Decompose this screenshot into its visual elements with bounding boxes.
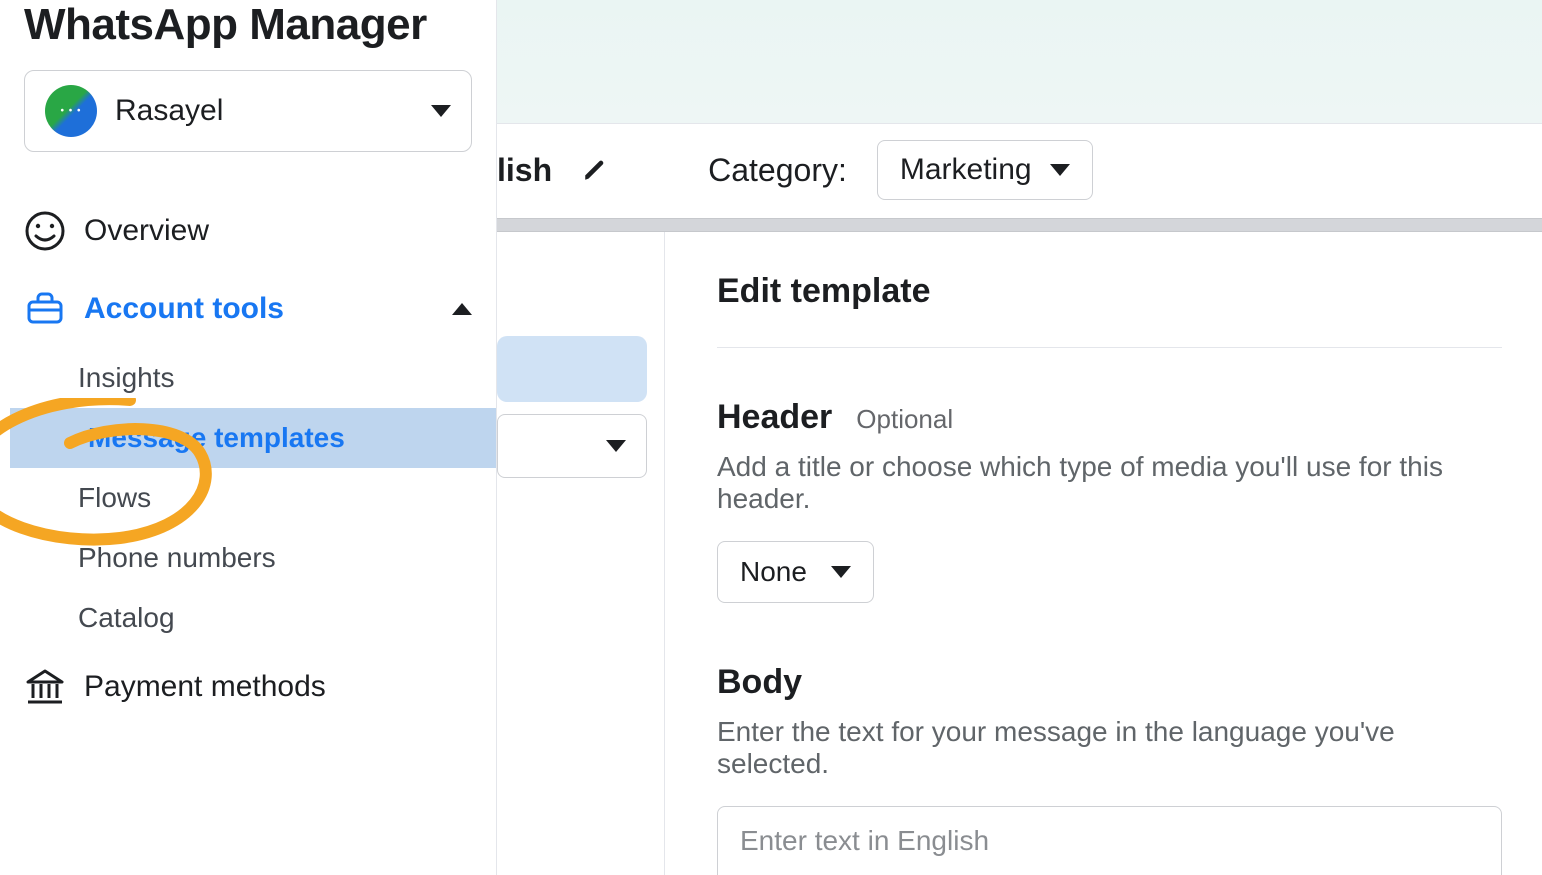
chevron-down-icon xyxy=(431,105,451,117)
pencil-icon[interactable] xyxy=(582,157,608,183)
nav-account-tools[interactable]: Account tools xyxy=(0,270,496,348)
nav-account-tools-label: Account tools xyxy=(84,292,284,326)
language-add-dropdown[interactable] xyxy=(497,414,647,478)
nav-overview-label: Overview xyxy=(84,214,209,248)
nav-overview[interactable]: Overview xyxy=(0,192,496,270)
nav-catalog-label: Catalog xyxy=(78,602,175,634)
nav-payment-methods-label: Payment methods xyxy=(84,670,326,704)
chevron-up-icon xyxy=(452,303,472,315)
account-tools-subnav: Insights Message templates Flows Phone n… xyxy=(0,348,496,648)
nav-flows[interactable]: Flows xyxy=(0,468,496,528)
nav-insights-label: Insights xyxy=(78,362,175,394)
header-type-value: None xyxy=(740,556,807,588)
body-textarea[interactable] xyxy=(717,806,1502,875)
nav-payment-methods[interactable]: Payment methods xyxy=(0,648,496,726)
template-side-panel xyxy=(497,232,665,875)
account-name: Rasayel xyxy=(115,94,413,128)
nav-catalog[interactable]: Catalog xyxy=(0,588,496,648)
account-selector[interactable]: Rasayel xyxy=(24,70,472,152)
nav-phone-numbers-label: Phone numbers xyxy=(78,542,276,574)
category-select[interactable]: Marketing xyxy=(877,140,1093,200)
chevron-down-icon xyxy=(1050,164,1070,176)
nav-flows-label: Flows xyxy=(78,482,151,514)
editor-title: Edit template xyxy=(717,272,1502,348)
nav-message-templates-label: Message templates xyxy=(88,422,345,454)
nav-message-templates[interactable]: Message templates xyxy=(10,408,496,468)
chevron-down-icon xyxy=(831,566,851,578)
sidebar: WhatsApp Manager Rasayel Overview Accoun… xyxy=(0,0,497,875)
account-avatar-icon xyxy=(45,85,97,137)
app-title: WhatsApp Manager xyxy=(0,0,496,70)
language-label-fragment: lish xyxy=(497,152,552,189)
nav-phone-numbers[interactable]: Phone numbers xyxy=(0,528,496,588)
body-label: Body xyxy=(717,663,802,702)
header-type-select[interactable]: None xyxy=(717,541,874,603)
body-description: Enter the text for your message in the l… xyxy=(717,716,1502,780)
header-description: Add a title or choose which type of medi… xyxy=(717,451,1502,515)
category-label: Category: xyxy=(708,152,847,189)
gauge-icon xyxy=(24,210,66,252)
nav-insights[interactable]: Insights xyxy=(0,348,496,408)
toolbox-icon xyxy=(24,288,66,330)
divider-bar xyxy=(497,218,1542,232)
selected-language-pill[interactable] xyxy=(497,336,647,402)
template-editor: Edit template Header Optional Add a titl… xyxy=(677,232,1542,875)
category-value: Marketing xyxy=(900,153,1032,187)
header-section-head: Header Optional xyxy=(717,398,1502,437)
bank-icon xyxy=(24,666,66,708)
header-label: Header xyxy=(717,398,832,437)
header-optional-badge: Optional xyxy=(856,404,953,435)
template-meta-row: lish Category: Marketing xyxy=(497,140,1093,200)
chevron-down-icon xyxy=(606,440,626,452)
body-section-head: Body xyxy=(717,663,1502,702)
main-area: lish Category: Marketing Edit template H… xyxy=(497,0,1542,875)
top-banner xyxy=(497,0,1542,124)
